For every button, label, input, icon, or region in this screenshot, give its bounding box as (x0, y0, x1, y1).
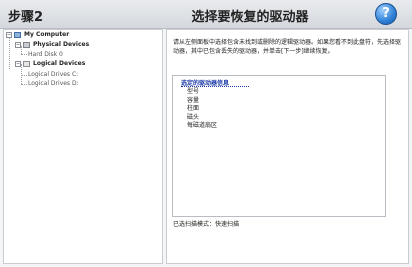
instructions-text: 请从左侧面板中选择包含未找到或删除的逻辑驱动器。如果您看不到此盘符，先选择驱动器… (173, 39, 402, 55)
step-label: 步骤2 (8, 10, 44, 25)
info-field-cylinders: 柱面 (187, 105, 200, 112)
info-field-capacity: 容量 (187, 96, 200, 104)
logical-devices-icon (23, 60, 30, 67)
device-tree-panel: − My Computer − Physical Devices Hard Di… (3, 29, 163, 264)
collapse-icon[interactable]: − (15, 60, 21, 67)
drive-info-panel: 请从左侧面板中选择包含未找到或删除的逻辑驱动器。如果您看不到此盘符，先选择驱动器… (166, 29, 409, 264)
tree-label: Physical Devices (33, 41, 90, 48)
info-field-model: 型号 (187, 88, 200, 95)
info-field-heads: 磁头 (187, 113, 200, 121)
computer-icon (14, 31, 21, 38)
help-icon: ? (382, 6, 390, 21)
info-field-sectors-per-track: 每磁道扇区 (187, 122, 218, 129)
wizard-header: 步骤2 选择要恢复的驱动器 ? (0, 0, 412, 29)
info-divider (181, 86, 249, 87)
tree-label: Logical Drives C: (28, 71, 79, 78)
info-field-list: 型号 容量 柱面 磁头 每磁道扇区 (187, 88, 217, 131)
recovery-wizard-window: 步骤2 选择要恢复的驱动器 ? − My Computer − Physical… (0, 0, 412, 267)
collapse-icon[interactable]: − (6, 31, 12, 38)
tree-label: Hard Disk 0 (28, 51, 63, 58)
selected-drive-info-box: 选定的驱动器信息 型号 容量 柱面 磁头 每磁道扇区 (172, 75, 386, 217)
collapse-icon[interactable]: − (15, 41, 21, 48)
tree-label: My Computer (24, 31, 70, 38)
page-title: 选择要恢复的驱动器 (191, 10, 309, 25)
tree-item-drive-c[interactable]: Logical Drives C: (28, 70, 78, 79)
device-tree: − My Computer − Physical Devices Hard Di… (4, 30, 164, 110)
tree-item-hard-disk-0[interactable]: Hard Disk 0 (28, 50, 63, 59)
tree-item-physical-devices[interactable]: − Physical Devices (15, 40, 89, 49)
tree-item-logical-devices[interactable]: − Logical Devices (15, 59, 85, 68)
physical-devices-icon (23, 41, 30, 48)
help-button[interactable]: ? (375, 3, 397, 25)
scan-mode-text: 已选扫描模式：快速扫描 (173, 221, 240, 228)
tree-label: Logical Drives D: (28, 80, 79, 87)
tree-label: Logical Devices (33, 60, 86, 67)
tree-item-my-computer[interactable]: − My Computer (6, 30, 69, 39)
tree-item-drive-d[interactable]: Logical Drives D: (28, 79, 79, 88)
